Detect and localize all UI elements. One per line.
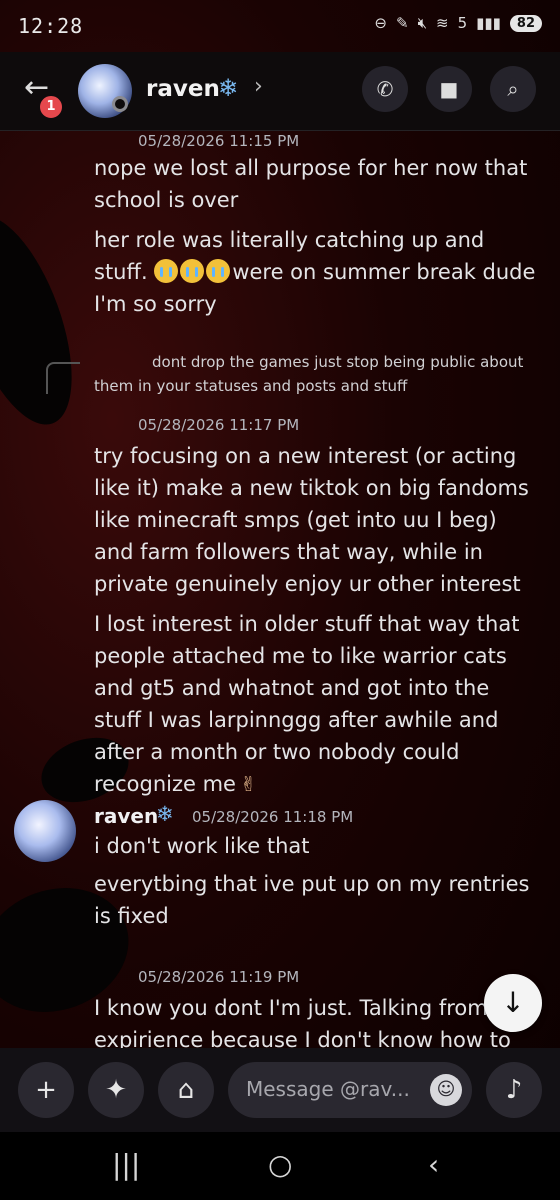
message-timestamp: 05/28/2026 11:19 PM: [138, 968, 300, 986]
author-name[interactable]: raven: [94, 804, 158, 828]
input-bar: + ✦ ⌂ Message @rav... ☺ ♪: [0, 1048, 560, 1132]
contact-name[interactable]: raven: [146, 76, 220, 102]
offline-status-icon: [112, 96, 128, 112]
crying-emoji-icon: [154, 259, 179, 283]
back-icon[interactable]: ‹: [428, 1148, 439, 1181]
plus-icon[interactable]: +: [18, 1062, 74, 1118]
status-bar: 12:28 ⊖ ✎ 🔇︎ ≋ 5 ▮▮▮ 82: [0, 0, 560, 52]
apps-icon[interactable]: ✦: [88, 1062, 144, 1118]
message-timestamp: 05/28/2026 11:18 PM: [192, 808, 354, 826]
message-text-part: I lost interest in older stuff that way …: [94, 612, 520, 796]
dnd-icon: ⊖: [374, 14, 387, 32]
message-text[interactable]: I know you dont I'm just. Talking from e…: [94, 992, 540, 1048]
video-camera-icon[interactable]: ■: [426, 66, 472, 112]
scroll-down-button[interactable]: ↓: [484, 974, 542, 1032]
snowflake-icon: ❄: [156, 802, 174, 826]
home-icon[interactable]: ○: [268, 1148, 292, 1181]
pen-icon: ✎: [395, 14, 409, 32]
search-icon[interactable]: ⌕: [490, 66, 536, 112]
microphone-icon[interactable]: ♪: [486, 1062, 542, 1118]
message-text[interactable]: try focusing on a new interest (or actin…: [94, 440, 540, 600]
phone-icon[interactable]: ✆: [362, 66, 408, 112]
chevron-right-icon[interactable]: ›: [254, 74, 263, 99]
emoji-icon[interactable]: ☺: [430, 1074, 462, 1106]
message-text[interactable]: everytbing that ive put up on my rentrie…: [94, 868, 540, 932]
message-text[interactable]: nope we lost all purpose for her now tha…: [94, 152, 540, 216]
peace-sign-emoji-icon: ✌: [239, 772, 257, 796]
message-text[interactable]: i don't work like that: [94, 830, 540, 862]
mute-icon: 🔇︎: [417, 14, 428, 32]
reply-connector: [46, 362, 80, 394]
unread-badge: 1: [38, 94, 64, 120]
snowflake-icon: ❄: [218, 74, 239, 102]
system-nav-bar: ||| ○ ‹: [0, 1132, 560, 1200]
reply-preview[interactable]: dont drop the games just stop being publ…: [94, 350, 534, 398]
chat-header: ← 1 raven ❄ › ✆ ■ ⌕: [0, 52, 560, 131]
battery-indicator: 82: [509, 14, 542, 32]
message-list[interactable]: 05/28/2026 11:15 PM nope we lost all pur…: [0, 130, 560, 1048]
message-input-placeholder: Message @rav...: [246, 1077, 410, 1101]
status-time: 12:28: [18, 14, 84, 38]
message-timestamp: 05/28/2026 11:15 PM: [138, 132, 300, 150]
message-text[interactable]: her role was literally catching up and s…: [94, 224, 540, 320]
crying-emoji-icon: [206, 259, 231, 283]
message-text[interactable]: I lost interest in older stuff that way …: [94, 608, 540, 800]
recent-apps-icon[interactable]: |||: [112, 1148, 140, 1181]
wifi-icon: ≋: [436, 14, 449, 32]
status-icons: ⊖ ✎ 🔇︎ ≋ 5 ▮▮▮ 82: [374, 14, 542, 32]
author-avatar[interactable]: [14, 800, 76, 862]
crying-emoji-icon: [180, 259, 205, 283]
redaction-scribble: [0, 201, 95, 439]
message-timestamp: 05/28/2026 11:17 PM: [138, 416, 300, 434]
gift-icon[interactable]: ⌂: [158, 1062, 214, 1118]
arrow-down-icon: ↓: [501, 986, 525, 1019]
signal-icon: ▮▮▮: [476, 14, 501, 32]
signal-label: 5: [457, 14, 468, 32]
message-input[interactable]: Message @rav... ☺: [228, 1062, 472, 1118]
